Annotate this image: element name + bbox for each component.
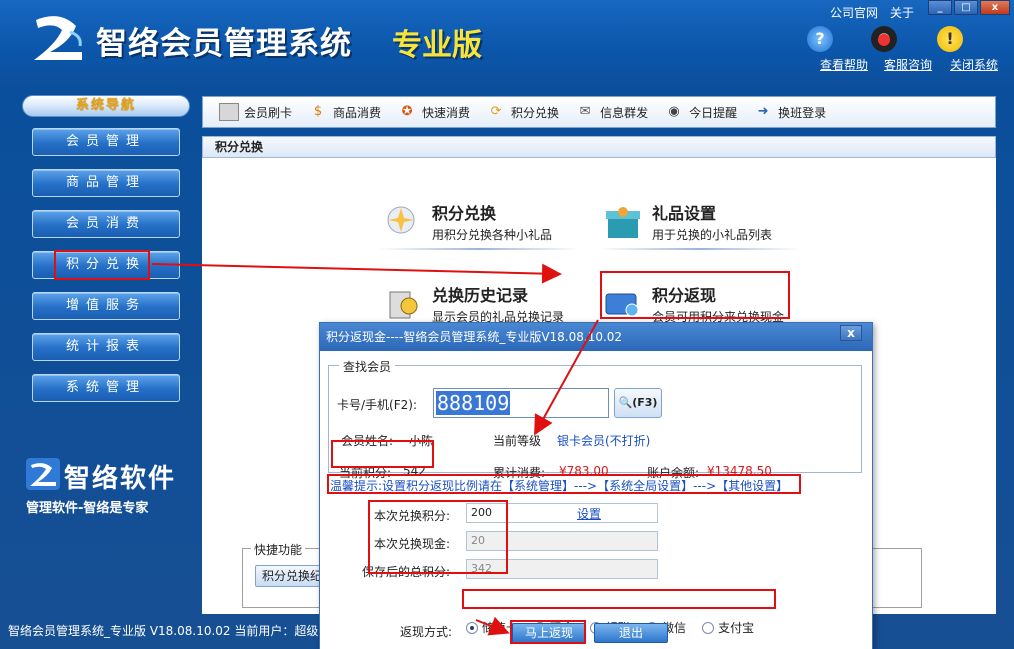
exchange-cash-label: 本次兑换现金: xyxy=(374,537,451,551)
clock-icon: ◉ xyxy=(668,104,680,119)
points-cashback-dialog: 积分返现金----智络会员管理系统_专业版V18.08.10.02 x 查找会员… xyxy=(319,322,873,649)
exit-system-button[interactable]: ! 关闭系统 xyxy=(920,26,998,72)
window-controls: _ □ x xyxy=(928,0,1010,15)
card-number-value: 888109 xyxy=(436,391,511,415)
total-consumption-value: ¥783.00 xyxy=(559,464,609,478)
card-swipe-icon xyxy=(219,103,239,121)
qq-penguin-icon: ● xyxy=(871,26,897,52)
account-balance-value: ¥13478.50 xyxy=(707,464,772,478)
search-icon: 🔍 xyxy=(618,396,633,409)
brand-slogan: 管理软件-智络是专家 xyxy=(26,501,149,516)
app-header: 智络会员管理系统 专业版 公司官网 关于 _ □ x ? 查看帮助 ● 客服咨询… xyxy=(0,0,1014,86)
search-member-button[interactable]: 🔍(F3) xyxy=(614,388,662,418)
sidebar-item-points-exchange[interactable]: 积分兑换 xyxy=(32,251,180,279)
quick-points-exchange-button[interactable]: 积分兑换纪 xyxy=(255,565,325,587)
toolbar-shift-login[interactable]: ➜ 换班登录 xyxy=(753,103,826,121)
warning-icon: ! xyxy=(937,26,963,52)
history-record-icon xyxy=(389,291,418,319)
confirm-cashback-button[interactable]: 马上返现 xyxy=(512,623,586,643)
setup-link[interactable]: 设置 xyxy=(577,505,601,522)
exit-dialog-button[interactable]: 退出 xyxy=(594,623,668,643)
toolbar-today-reminder[interactable]: ◉ 今日提醒 xyxy=(664,103,737,121)
card-number-label: 卡号/手机(F2): xyxy=(337,398,417,412)
close-window-button[interactable]: x xyxy=(980,0,1010,15)
app-edition: 专业版 xyxy=(392,28,482,63)
points-exchange-icon xyxy=(387,206,415,234)
minimize-button[interactable]: _ xyxy=(928,0,952,15)
sidebar-item-value-added[interactable]: 增值服务 xyxy=(32,292,180,320)
remaining-points-field: 342 xyxy=(466,559,658,579)
dialog-body: 查找会员 卡号/手机(F2): 888109 🔍(F3) 会员姓名: 小陈 当前… xyxy=(320,351,872,649)
brand-logo-icon xyxy=(26,458,60,490)
toolbar-member-card[interactable]: 会员刷卡 xyxy=(219,103,292,121)
toolbar-mass-message[interactable]: ✉ 信息群发 xyxy=(575,103,648,121)
toolbar-points-exchange[interactable]: ⟳ 积分兑换 xyxy=(486,103,559,121)
logo-icon xyxy=(34,16,82,60)
payment-method-label: 返现方式: xyxy=(400,625,453,639)
company-site-link[interactable]: 公司官网 xyxy=(830,4,878,21)
help-button[interactable]: ? 查看帮助 xyxy=(790,26,868,72)
pay-option-stored-card[interactable]: 储值卡 xyxy=(466,619,518,636)
top-links: 公司官网 关于 xyxy=(830,4,914,21)
section-title: 积分兑换 xyxy=(202,136,996,158)
sidebar-item-product-management[interactable]: 商品管理 xyxy=(32,169,180,197)
toolbar: 会员刷卡 $ 商品消费 ✪ 快速消费 ⟳ 积分兑换 ✉ 信息群发 ◉ 今日提醒 … xyxy=(202,96,996,128)
brand-name: 智络软件 xyxy=(64,464,177,494)
fast-pay-icon: ✪ xyxy=(401,104,413,119)
exchange-points-label: 本次兑换积分: xyxy=(374,509,451,523)
status-bar: 智络会员管理系统_专业版 V18.08.10.02 当前用户：超级管 xyxy=(8,624,330,638)
member-name-value: 小陈 xyxy=(409,434,434,448)
login-icon: ➜ xyxy=(757,104,769,119)
sidebar-item-member-consumption[interactable]: 会员消费 xyxy=(32,210,180,238)
member-name-label: 会员姓名: xyxy=(341,434,394,448)
sidebar-title: 系统导航 xyxy=(22,95,190,117)
card-number-input[interactable]: 888109 xyxy=(433,388,609,418)
shopping-icon: $ xyxy=(313,104,323,119)
dialog-close-button[interactable]: x xyxy=(840,325,862,341)
member-level-label: 当前等级 xyxy=(493,434,542,448)
sidebar-item-member-management[interactable]: 会员管理 xyxy=(32,128,180,156)
main-window: 智络会员管理系统 专业版 公司官网 关于 _ □ x ? 查看帮助 ● 客服咨询… xyxy=(0,0,1014,649)
find-member-group: 查找会员 卡号/手机(F2): 888109 🔍(F3) 会员姓名: 小陈 当前… xyxy=(328,358,862,480)
sidebar-brand: 智络软件 管理软件-智络是专家 xyxy=(26,458,196,516)
exchange-points-input[interactable]: 200 xyxy=(466,503,658,523)
exchange-cash-field: 20 xyxy=(466,531,658,551)
pay-option-alipay[interactable]: 支付宝 xyxy=(702,619,754,636)
feature-gift-settings[interactable]: 礼品设置 用于兑换的小礼品列表 xyxy=(598,200,800,250)
feature-points-exchange[interactable]: 积分兑换 用积分兑换各种小礼品 xyxy=(378,200,580,250)
dialog-title: 积分返现金----智络会员管理系统_专业版V18.08.10.02 xyxy=(326,330,623,344)
hint-text: 温馨提示:设置积分返现比例请在【系统管理】--->【系统全局设置】--->【其他… xyxy=(330,479,789,493)
exchange-icon: ⟳ xyxy=(490,104,502,119)
quick-functions-legend: 快捷功能 xyxy=(251,541,306,558)
gift-box-icon xyxy=(606,207,640,238)
mail-icon: ✉ xyxy=(579,104,591,119)
member-level-value: 银卡会员(不打折) xyxy=(557,434,651,448)
toolbar-fast-consumption[interactable]: ✪ 快速消费 xyxy=(397,103,470,121)
dialog-titlebar: 积分返现金----智络会员管理系统_专业版V18.08.10.02 x xyxy=(320,323,872,351)
find-member-legend: 查找会员 xyxy=(339,358,396,375)
about-link[interactable]: 关于 xyxy=(890,4,914,21)
customer-service-button[interactable]: ● 客服咨询 xyxy=(854,26,932,72)
sidebar-item-reports[interactable]: 统计报表 xyxy=(32,333,180,361)
sidebar-item-system[interactable]: 系统管理 xyxy=(32,374,180,402)
maximize-button[interactable]: □ xyxy=(954,0,978,15)
remaining-points-label: 保存后的总积分: xyxy=(362,565,451,579)
sidebar: 系统导航 会员管理 商品管理 会员消费 积分兑换 增值服务 统计报表 系统管理 xyxy=(14,86,196,616)
current-points-value: 542 xyxy=(403,464,426,478)
toolbar-product-consumption[interactable]: $ 商品消费 xyxy=(308,103,381,121)
app-title: 智络会员管理系统 xyxy=(96,26,352,62)
cashback-card-icon xyxy=(605,293,639,317)
help-icon: ? xyxy=(807,26,833,52)
